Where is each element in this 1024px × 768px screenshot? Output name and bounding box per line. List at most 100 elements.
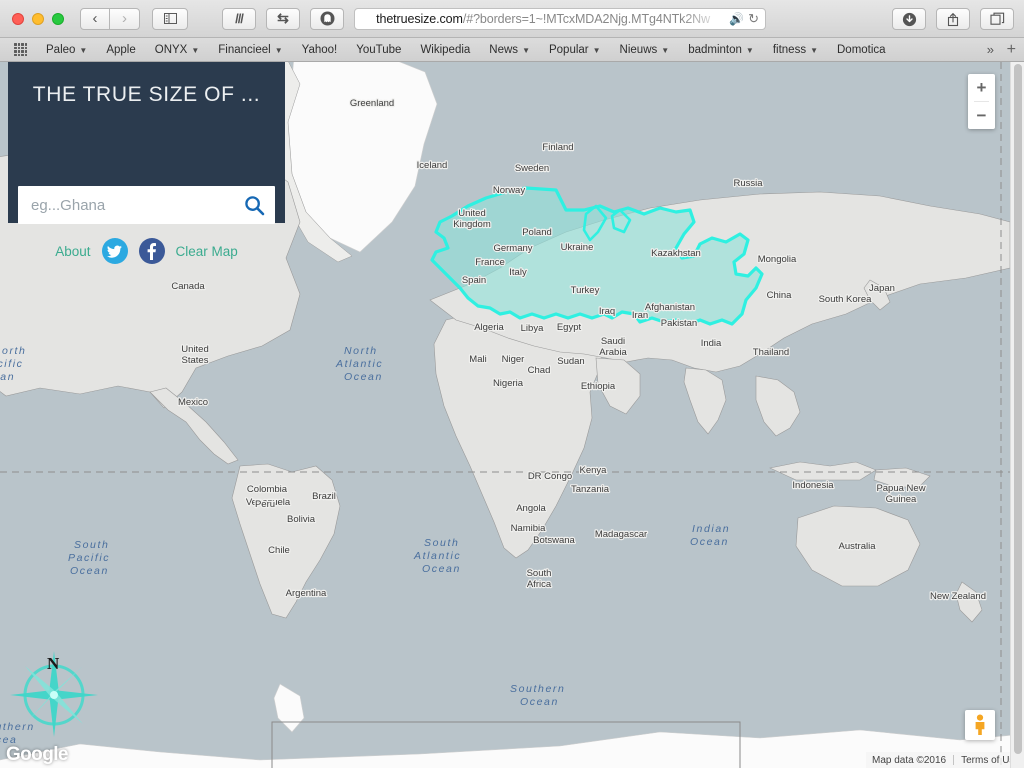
twitter-share-button[interactable]	[101, 238, 128, 264]
street-view-pegman-button[interactable]	[965, 710, 995, 740]
shortcut-extension-button[interactable]: ⇆	[266, 7, 300, 30]
search-submit-button[interactable]	[233, 195, 275, 216]
address-bar[interactable]: thetruesize.com/#?borders=1~!MTcxMDA2Njg…	[354, 8, 766, 30]
page-title: THE TRUE SIZE OF ...	[32, 83, 261, 106]
map-label-mongolia: Mongolia	[758, 254, 797, 265]
bookmark-yahoo[interactable]: Yahoo!	[302, 44, 338, 56]
bookmark-wikipedia[interactable]: Wikipedia	[420, 44, 470, 56]
map-label-india: India	[701, 338, 722, 349]
bookmarks-overflow-button[interactable]: »	[987, 42, 994, 57]
page-scrollbar[interactable]	[1010, 62, 1024, 768]
bookmark-news[interactable]: News ▼	[489, 44, 530, 56]
map-label-spain: Spain	[462, 275, 486, 286]
map-label-france: France	[475, 257, 505, 268]
apps-grid-icon[interactable]	[14, 43, 27, 56]
map-label-namibia: Namibia	[511, 523, 547, 534]
map-label-finland: Finland	[542, 142, 573, 153]
map-label-ukraine: Ukraine	[561, 242, 594, 253]
google-logo: Google	[6, 744, 68, 765]
facebook-share-button[interactable]	[138, 238, 165, 264]
bookmark-nieuws[interactable]: Nieuws ▼	[620, 44, 670, 56]
compass-rose[interactable]: N	[5, 645, 100, 740]
pegman-icon	[975, 714, 985, 735]
chevron-down-icon: ▼	[79, 46, 88, 55]
chevron-down-icon: ▼	[592, 46, 601, 55]
bookmark-paleo[interactable]: Paleo ▼	[46, 44, 87, 56]
sidebar-toggle-button[interactable]	[152, 7, 188, 30]
map-label-dr-congo: DR Congo	[528, 471, 572, 482]
slashes-extension-button[interactable]: ///	[222, 7, 256, 30]
zoom-controls: + −	[968, 74, 995, 129]
zoom-in-button[interactable]: +	[968, 74, 995, 101]
attribution-separator	[953, 755, 955, 765]
ghostery-extension-button[interactable]	[310, 7, 344, 30]
truesize-panel: THE TRUE SIZE OF ... About Clear Map	[8, 62, 285, 264]
map-label-canada: Canada	[171, 281, 205, 292]
bookmark-financieel[interactable]: Financieel ▼	[218, 44, 282, 56]
map-label-iceland: Iceland	[417, 160, 448, 171]
map-label-mali: Mali	[469, 354, 486, 365]
map-label-pakistan: Pakistan	[661, 318, 697, 329]
map-label-united-states: United States	[181, 344, 208, 366]
search-row[interactable]	[18, 186, 275, 224]
url-path: /#?borders=1~!MTcxMDA2Njg.MTg4NTk2Nw	[462, 12, 711, 26]
map-label-algeria: Algeria	[474, 322, 504, 333]
map-label-kenya: Kenya	[580, 465, 608, 476]
map-label-australia: Australia	[839, 541, 877, 552]
search-input[interactable]	[18, 196, 233, 214]
maximize-window-button[interactable]	[52, 12, 64, 25]
bookmark-onyx[interactable]: ONYX ▼	[155, 44, 200, 56]
map-label-poland: Poland	[522, 227, 552, 238]
facebook-icon	[147, 242, 156, 260]
bookmark-badminton[interactable]: badminton ▼	[688, 44, 754, 56]
download-icon	[902, 12, 916, 26]
map-label-greenland: Greenland	[350, 98, 394, 109]
bookmark-domotica[interactable]: Domotica	[837, 44, 886, 56]
map-label-ethiopia: Ethiopia	[581, 381, 616, 392]
map-label-nigeria: Nigeria	[493, 378, 524, 389]
map-label-niger: Niger	[502, 354, 525, 365]
url-host: thetruesize.com	[376, 12, 463, 26]
map-label-peru: Peru	[255, 499, 275, 510]
map-label-mexico: Mexico	[178, 397, 208, 408]
back-button[interactable]: ‹	[80, 7, 110, 30]
map-label-bolivia: Bolivia	[287, 514, 316, 525]
speaker-icon[interactable]: 🔊	[729, 12, 744, 26]
bookmark-add-button[interactable]: +	[1007, 41, 1016, 59]
map-label-afghanistan: Afghanistan	[645, 302, 695, 313]
page-scrollbar-thumb[interactable]	[1014, 64, 1022, 754]
compass-north-label: N	[47, 654, 60, 673]
forward-button[interactable]: ›	[110, 7, 140, 30]
extension-buttons: /// ⇆	[222, 7, 344, 30]
map-label-brazil: Brazil	[312, 491, 336, 502]
map-label-chile: Chile	[268, 545, 290, 556]
map-label-south-africa: South Africa	[527, 568, 552, 590]
map-label-tanzania: Tanzania	[571, 484, 610, 495]
downloads-button[interactable]	[892, 8, 926, 30]
bookmark-fitness[interactable]: fitness ▼	[773, 44, 818, 56]
bookmark-label: Nieuws	[619, 43, 658, 56]
search-icon	[244, 195, 264, 215]
tabs-icon	[989, 12, 1004, 25]
bookmark-apple[interactable]: Apple	[106, 44, 135, 56]
map-label-saudi-arabia: Saudi Arabia	[599, 336, 627, 358]
chevron-down-icon: ▼	[810, 46, 818, 55]
minimize-window-button[interactable]	[32, 12, 44, 25]
chevron-down-icon: ▼	[745, 46, 754, 55]
share-button[interactable]	[936, 8, 970, 30]
reload-icon[interactable]: ↻	[748, 11, 759, 27]
bookmark-youtube[interactable]: YouTube	[356, 44, 401, 56]
clear-map-link[interactable]: Clear Map	[176, 244, 238, 259]
close-window-button[interactable]	[12, 12, 24, 25]
twitter-icon	[107, 245, 122, 258]
window-controls[interactable]	[12, 12, 64, 25]
browser-toolbar: ‹ › /// ⇆ thetruesize.com/#?borders=1~!M…	[0, 0, 1024, 38]
bookmark-popular[interactable]: Popular ▼	[549, 44, 601, 56]
about-link[interactable]: About	[55, 244, 90, 259]
tab-overview-button[interactable]	[980, 8, 1014, 30]
bookmark-label: Yahoo!	[301, 43, 338, 56]
bookmark-label: fitness	[772, 43, 807, 56]
map-label-germany: Germany	[493, 243, 532, 254]
zoom-out-button[interactable]: −	[968, 102, 995, 129]
bookmark-label: ONYX	[154, 43, 188, 56]
